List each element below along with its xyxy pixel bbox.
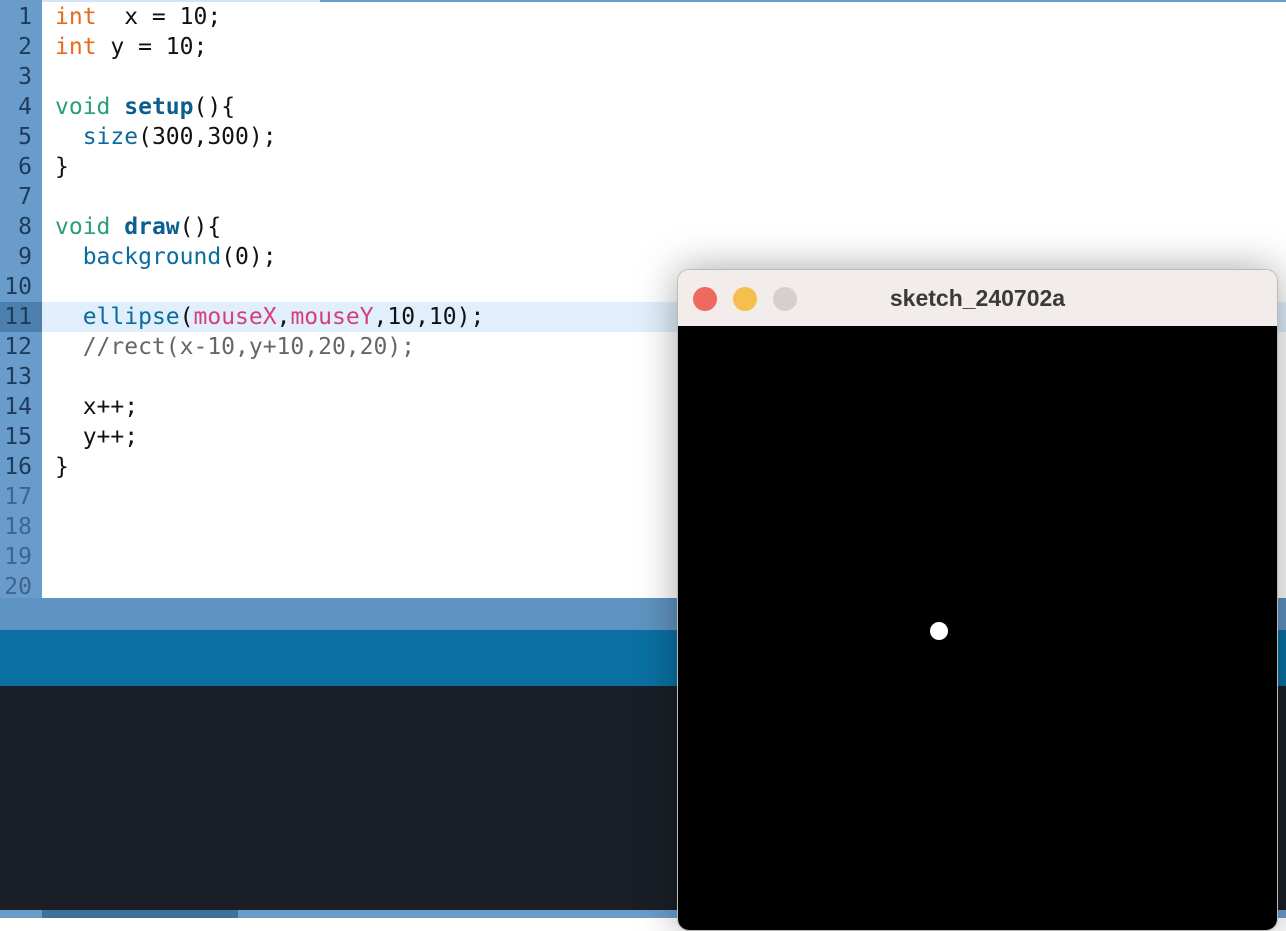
- code-text: ellipse(mouseX,mouseY,10,10);: [55, 302, 485, 332]
- line-number: 8: [18, 214, 32, 240]
- code-line[interactable]: 6}: [0, 152, 1286, 182]
- line-number: 7: [18, 184, 32, 210]
- line-number: 12: [4, 334, 32, 360]
- line-number: 11: [0, 302, 42, 332]
- code-token: ellipse: [82, 304, 180, 330]
- code-text: }: [55, 152, 69, 182]
- code-text: background(0);: [55, 242, 277, 272]
- code-token: mouseY: [290, 304, 374, 330]
- code-line[interactable]: 3: [0, 62, 1286, 92]
- code-line[interactable]: 8 void draw(){: [0, 212, 1286, 242]
- code-token: (){: [193, 94, 236, 120]
- code-line[interactable]: 4 void setup(){: [0, 92, 1286, 122]
- code-token: mouseX: [193, 304, 277, 330]
- code-line[interactable]: 9 background(0);: [0, 242, 1286, 272]
- code-token: void: [55, 214, 111, 240]
- line-number: 18: [4, 514, 32, 540]
- code-line[interactable]: 7: [0, 182, 1286, 212]
- line-number: 16: [4, 454, 32, 480]
- code-token: y = 10;: [96, 34, 208, 60]
- line-number: 2: [18, 34, 32, 60]
- line-number: 3: [18, 64, 32, 90]
- window-titlebar[interactable]: sketch_240702a: [678, 270, 1277, 326]
- code-token: setup: [124, 94, 194, 120]
- code-text: int y = 10;: [55, 32, 207, 62]
- line-number: 9: [18, 244, 32, 270]
- code-token: (0);: [221, 244, 277, 270]
- code-line[interactable]: 2 int y = 10;: [0, 32, 1286, 62]
- line-number: 19: [4, 544, 32, 570]
- code-token: draw: [124, 214, 180, 240]
- code-token: }: [55, 154, 69, 180]
- line-number: 1: [18, 4, 32, 30]
- code-text: }: [55, 452, 69, 482]
- code-token: (){: [179, 214, 222, 240]
- line-number: 14: [4, 394, 32, 420]
- code-line[interactable]: 1 int x = 10;: [0, 2, 1286, 32]
- code-token: ,: [276, 304, 291, 330]
- line-number: 10: [4, 274, 32, 300]
- line-number: 17: [4, 484, 32, 510]
- code-token: ,10,10);: [373, 304, 485, 330]
- code-token: (: [179, 304, 194, 330]
- sketch-canvas[interactable]: [678, 326, 1277, 930]
- code-text: //rect(x-10,y+10,20,20);: [55, 332, 415, 362]
- code-text: void setup(){: [55, 92, 235, 122]
- code-text: y++;: [55, 422, 138, 452]
- code-token: }: [55, 454, 69, 480]
- code-text: int x = 10;: [55, 2, 221, 32]
- code-token: int: [55, 4, 97, 30]
- ellipse-shape: [930, 622, 948, 640]
- line-number: 6: [18, 154, 32, 180]
- code-token: (300,300);: [138, 124, 277, 150]
- code-token: //rect(x-10,y+10,20,20);: [55, 334, 416, 360]
- line-number: 5: [18, 124, 32, 150]
- line-number: 4: [18, 94, 32, 120]
- code-token: x++;: [55, 394, 139, 420]
- line-number: 15: [4, 424, 32, 450]
- code-token: y++;: [55, 424, 139, 450]
- line-number: 13: [4, 364, 32, 390]
- window-title: sketch_240702a: [889, 285, 1066, 311]
- code-text: void draw(){: [55, 212, 221, 242]
- sketch-window: sketch_240702a: [677, 269, 1278, 931]
- code-token: int: [55, 34, 97, 60]
- code-token: x = 10;: [96, 4, 222, 30]
- code-text: size(300,300);: [55, 122, 277, 152]
- scrollbar-thumb[interactable]: [42, 910, 238, 918]
- code-text: x++;: [55, 392, 138, 422]
- code-token: void: [55, 94, 111, 120]
- code-token: size: [82, 124, 139, 150]
- code-line[interactable]: 5 size(300,300);: [0, 122, 1286, 152]
- code-token: background: [82, 244, 222, 270]
